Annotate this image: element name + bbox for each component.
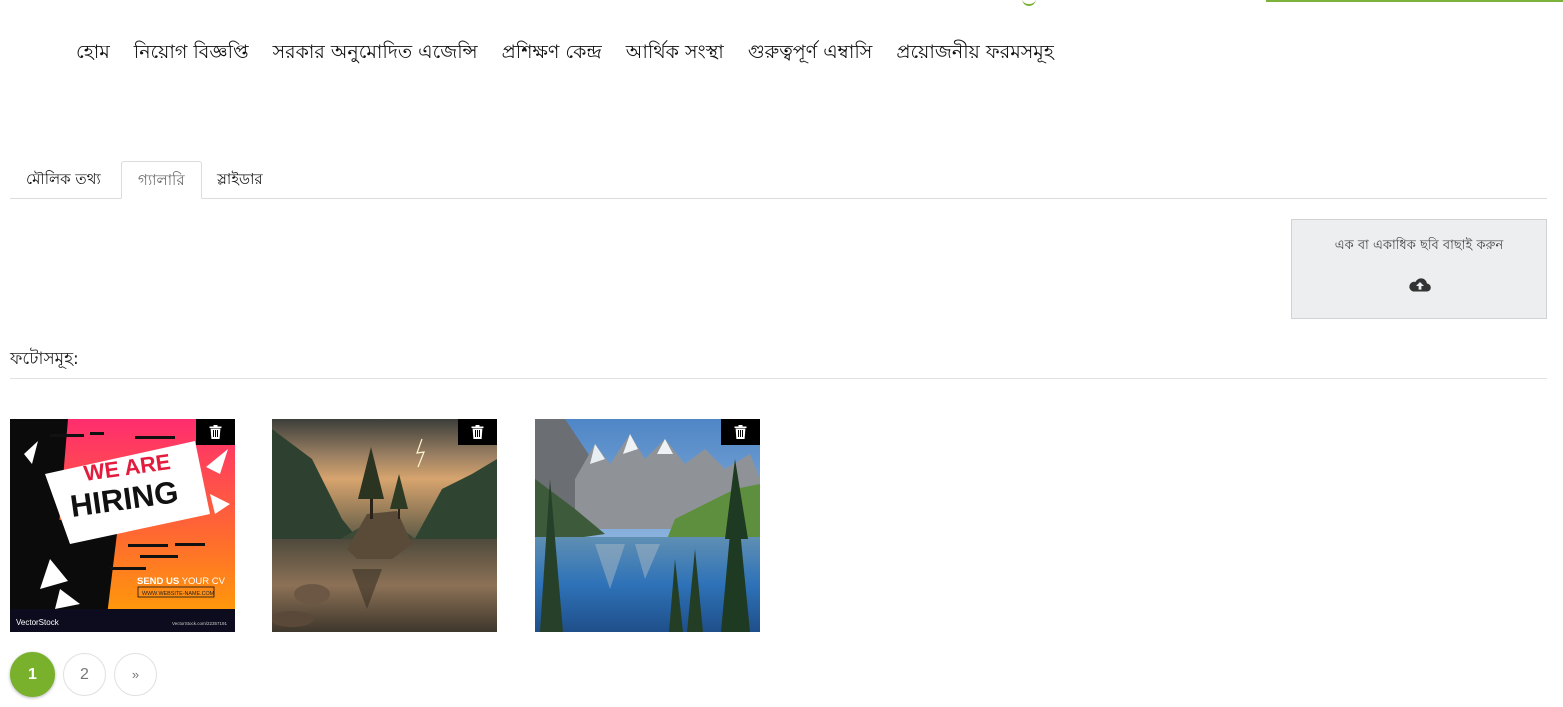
divider xyxy=(10,378,1547,379)
trash-icon xyxy=(734,425,747,439)
nav-item-home[interactable]: হোম xyxy=(64,36,122,68)
next-page-button[interactable]: » xyxy=(114,653,157,696)
upload-label: এক বা একাধিক ছবি বাছাই করুন xyxy=(1334,238,1504,253)
gallery-photo-lake-island[interactable] xyxy=(272,419,497,632)
nav-item-financial-institution[interactable]: আর্থিক সংস্থা xyxy=(614,36,736,68)
top-accent-bar xyxy=(1266,0,1563,2)
watermark-id: VectorStock.com/22357191 xyxy=(172,621,228,626)
mountain-lake-image xyxy=(535,419,760,632)
image-upload-dropzone[interactable]: এক বা একাধিক ছবি বাছাই করুন xyxy=(1291,219,1547,319)
delete-photo-button[interactable] xyxy=(458,419,497,445)
nav-item-embassy[interactable]: গুরুত্বপূর্ণ এম্বাসি xyxy=(736,36,885,68)
nav-item-job-circular[interactable]: নিয়োগ বিজ্ঞপ্তি xyxy=(122,36,261,68)
page-1-button[interactable]: 1 xyxy=(10,652,55,697)
cloud-upload-icon xyxy=(1409,278,1431,292)
delete-photo-button[interactable] xyxy=(196,419,235,445)
trash-icon xyxy=(471,425,484,439)
photos-heading: ফটোসমূহ: xyxy=(10,349,79,369)
nav-item-forms[interactable]: প্রয়োজনীয় ফরমসমূহ xyxy=(884,36,1066,68)
tab-bar: মৌলিক তথ্য গ্যালারি স্লাইডার xyxy=(10,161,1547,199)
watermark: VectorStock xyxy=(16,618,60,627)
main-nav: হোম নিয়োগ বিজ্ঞপ্তি সরকার অনুমোদিত এজেন… xyxy=(64,36,1066,68)
logo-fragment xyxy=(1022,0,1036,6)
hiring-cta: SEND US YOUR CV xyxy=(137,576,226,587)
hiring-poster-image: WE ARE HIRING SEND US YOUR CV WWW.WEBSIT… xyxy=(10,419,235,632)
pagination: 1 2 » xyxy=(10,652,157,697)
hiring-website: WWW.WEBSITE-NAME.COM xyxy=(142,591,215,597)
gallery-photo-hiring[interactable]: WE ARE HIRING SEND US YOUR CV WWW.WEBSIT… xyxy=(10,419,235,632)
tab-basic-info[interactable]: মৌলিক তথ্য xyxy=(10,161,117,198)
gallery-photo-mountain-lake[interactable] xyxy=(535,419,760,632)
tab-slider[interactable]: স্লাইডার xyxy=(201,161,279,198)
page-2-button[interactable]: 2 xyxy=(63,653,106,696)
nav-item-training-center[interactable]: প্রশিক্ষণ কেন্দ্র xyxy=(490,36,614,68)
nav-item-approved-agency[interactable]: সরকার অনুমোদিত এজেন্সি xyxy=(261,36,490,68)
lake-island-image xyxy=(272,419,497,632)
trash-icon xyxy=(209,425,222,439)
tab-gallery[interactable]: গ্যালারি xyxy=(121,161,202,199)
delete-photo-button[interactable] xyxy=(721,419,760,445)
